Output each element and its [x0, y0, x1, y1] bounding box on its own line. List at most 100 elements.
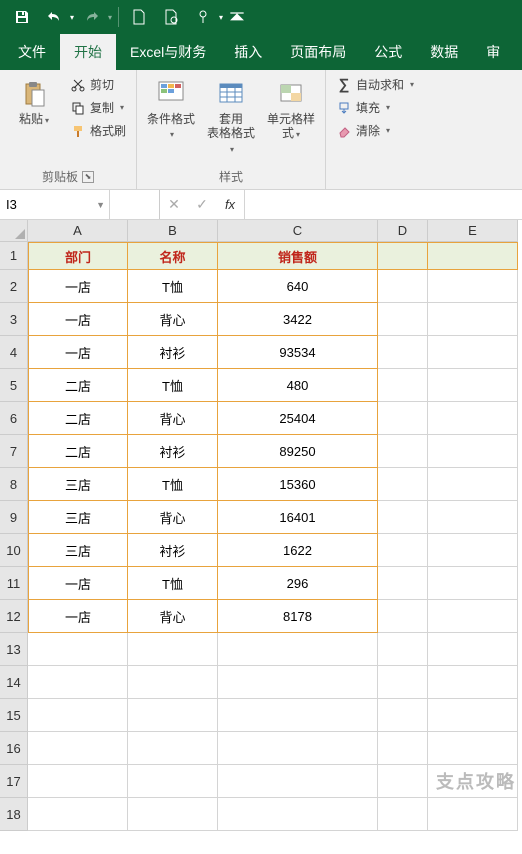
- row-header[interactable]: 15: [0, 699, 28, 732]
- tab-layout[interactable]: 页面布局: [276, 34, 360, 70]
- cell[interactable]: [128, 699, 218, 732]
- cell[interactable]: 16401: [218, 501, 378, 534]
- cell[interactable]: [128, 666, 218, 699]
- row-header[interactable]: 6: [0, 402, 28, 435]
- cell[interactable]: [378, 369, 428, 402]
- row-header[interactable]: 3: [0, 303, 28, 336]
- cell[interactable]: [218, 633, 378, 666]
- cell[interactable]: 背心: [128, 402, 218, 435]
- cell[interactable]: [428, 336, 518, 369]
- cell[interactable]: [378, 732, 428, 765]
- col-header-c[interactable]: C: [218, 220, 378, 242]
- redo-icon[interactable]: [78, 3, 106, 31]
- cell[interactable]: [428, 633, 518, 666]
- cell[interactable]: 二店: [28, 402, 128, 435]
- row-header[interactable]: 16: [0, 732, 28, 765]
- format-painter-button[interactable]: 格式刷: [66, 120, 130, 141]
- row-header[interactable]: 1: [0, 242, 28, 270]
- cell[interactable]: [28, 633, 128, 666]
- cell[interactable]: 衬衫: [128, 435, 218, 468]
- cell[interactable]: 部门: [28, 242, 128, 270]
- row-header[interactable]: 7: [0, 435, 28, 468]
- cell[interactable]: [428, 501, 518, 534]
- cell[interactable]: T恤: [128, 567, 218, 600]
- cell[interactable]: [378, 270, 428, 303]
- cell[interactable]: [378, 534, 428, 567]
- cell[interactable]: [428, 567, 518, 600]
- cell-style-button[interactable]: 单元格样式▾: [263, 74, 319, 145]
- copy-button[interactable]: 复制▾: [66, 97, 130, 118]
- cell[interactable]: [28, 765, 128, 798]
- cell[interactable]: 93534: [218, 336, 378, 369]
- row-header[interactable]: 5: [0, 369, 28, 402]
- cell[interactable]: [378, 402, 428, 435]
- cell[interactable]: 一店: [28, 600, 128, 633]
- row-header[interactable]: 18: [0, 798, 28, 831]
- cell[interactable]: 背心: [128, 600, 218, 633]
- cell[interactable]: [378, 468, 428, 501]
- select-all-corner[interactable]: [0, 220, 28, 242]
- cell[interactable]: [378, 765, 428, 798]
- clipboard-launcher-icon[interactable]: ⬊: [82, 171, 94, 183]
- cell[interactable]: 名称: [128, 242, 218, 270]
- enter-formula-icon[interactable]: ✓: [188, 196, 216, 213]
- cell[interactable]: 25404: [218, 402, 378, 435]
- row-header[interactable]: 17: [0, 765, 28, 798]
- fill-button[interactable]: 填充▾: [332, 97, 418, 118]
- cell[interactable]: 衬衫: [128, 534, 218, 567]
- row-header[interactable]: 11: [0, 567, 28, 600]
- cell[interactable]: 二店: [28, 369, 128, 402]
- cell[interactable]: [428, 699, 518, 732]
- cell[interactable]: [428, 732, 518, 765]
- tab-home[interactable]: 开始: [60, 34, 116, 70]
- cell[interactable]: 销售额: [218, 242, 378, 270]
- tab-file[interactable]: 文件: [4, 34, 60, 70]
- cell[interactable]: [378, 798, 428, 831]
- row-header[interactable]: 4: [0, 336, 28, 369]
- customize-qat-icon[interactable]: [227, 3, 247, 31]
- cell[interactable]: 三店: [28, 534, 128, 567]
- cell[interactable]: 一店: [28, 336, 128, 369]
- name-box[interactable]: I3 ▼: [0, 190, 110, 219]
- cell[interactable]: [428, 303, 518, 336]
- cell[interactable]: [378, 666, 428, 699]
- tab-review[interactable]: 审: [472, 34, 514, 70]
- cell[interactable]: [428, 468, 518, 501]
- cell[interactable]: [218, 765, 378, 798]
- cell[interactable]: 背心: [128, 501, 218, 534]
- cell[interactable]: 8178: [218, 600, 378, 633]
- cell[interactable]: 一店: [28, 567, 128, 600]
- row-header[interactable]: 9: [0, 501, 28, 534]
- cell[interactable]: [218, 699, 378, 732]
- fx-icon[interactable]: fx: [216, 197, 244, 212]
- cell[interactable]: 衬衫: [128, 336, 218, 369]
- new-search-icon[interactable]: [157, 3, 185, 31]
- cell[interactable]: 三店: [28, 468, 128, 501]
- cell[interactable]: 3422: [218, 303, 378, 336]
- cell[interactable]: 89250: [218, 435, 378, 468]
- cell[interactable]: [378, 242, 428, 270]
- cell[interactable]: [28, 798, 128, 831]
- cell[interactable]: [128, 765, 218, 798]
- cell[interactable]: [428, 242, 518, 270]
- table-format-button[interactable]: 套用 表格格式▾: [203, 74, 259, 159]
- cell[interactable]: [28, 699, 128, 732]
- cell[interactable]: T恤: [128, 369, 218, 402]
- cell[interactable]: 背心: [128, 303, 218, 336]
- redo-dropdown[interactable]: ▾: [108, 13, 112, 22]
- cell[interactable]: [428, 534, 518, 567]
- paste-button[interactable]: 粘贴▾: [6, 74, 62, 130]
- tab-excel-finance[interactable]: Excel与财务: [116, 34, 220, 70]
- cell[interactable]: 15360: [218, 468, 378, 501]
- undo-icon[interactable]: [40, 3, 68, 31]
- conditional-format-button[interactable]: 条件格式▾: [143, 74, 199, 145]
- cell[interactable]: [428, 270, 518, 303]
- cell[interactable]: [218, 798, 378, 831]
- cell[interactable]: [378, 435, 428, 468]
- cell[interactable]: [128, 633, 218, 666]
- cell[interactable]: [428, 798, 518, 831]
- row-header[interactable]: 2: [0, 270, 28, 303]
- cell[interactable]: [28, 666, 128, 699]
- row-header[interactable]: 12: [0, 600, 28, 633]
- cell[interactable]: [128, 798, 218, 831]
